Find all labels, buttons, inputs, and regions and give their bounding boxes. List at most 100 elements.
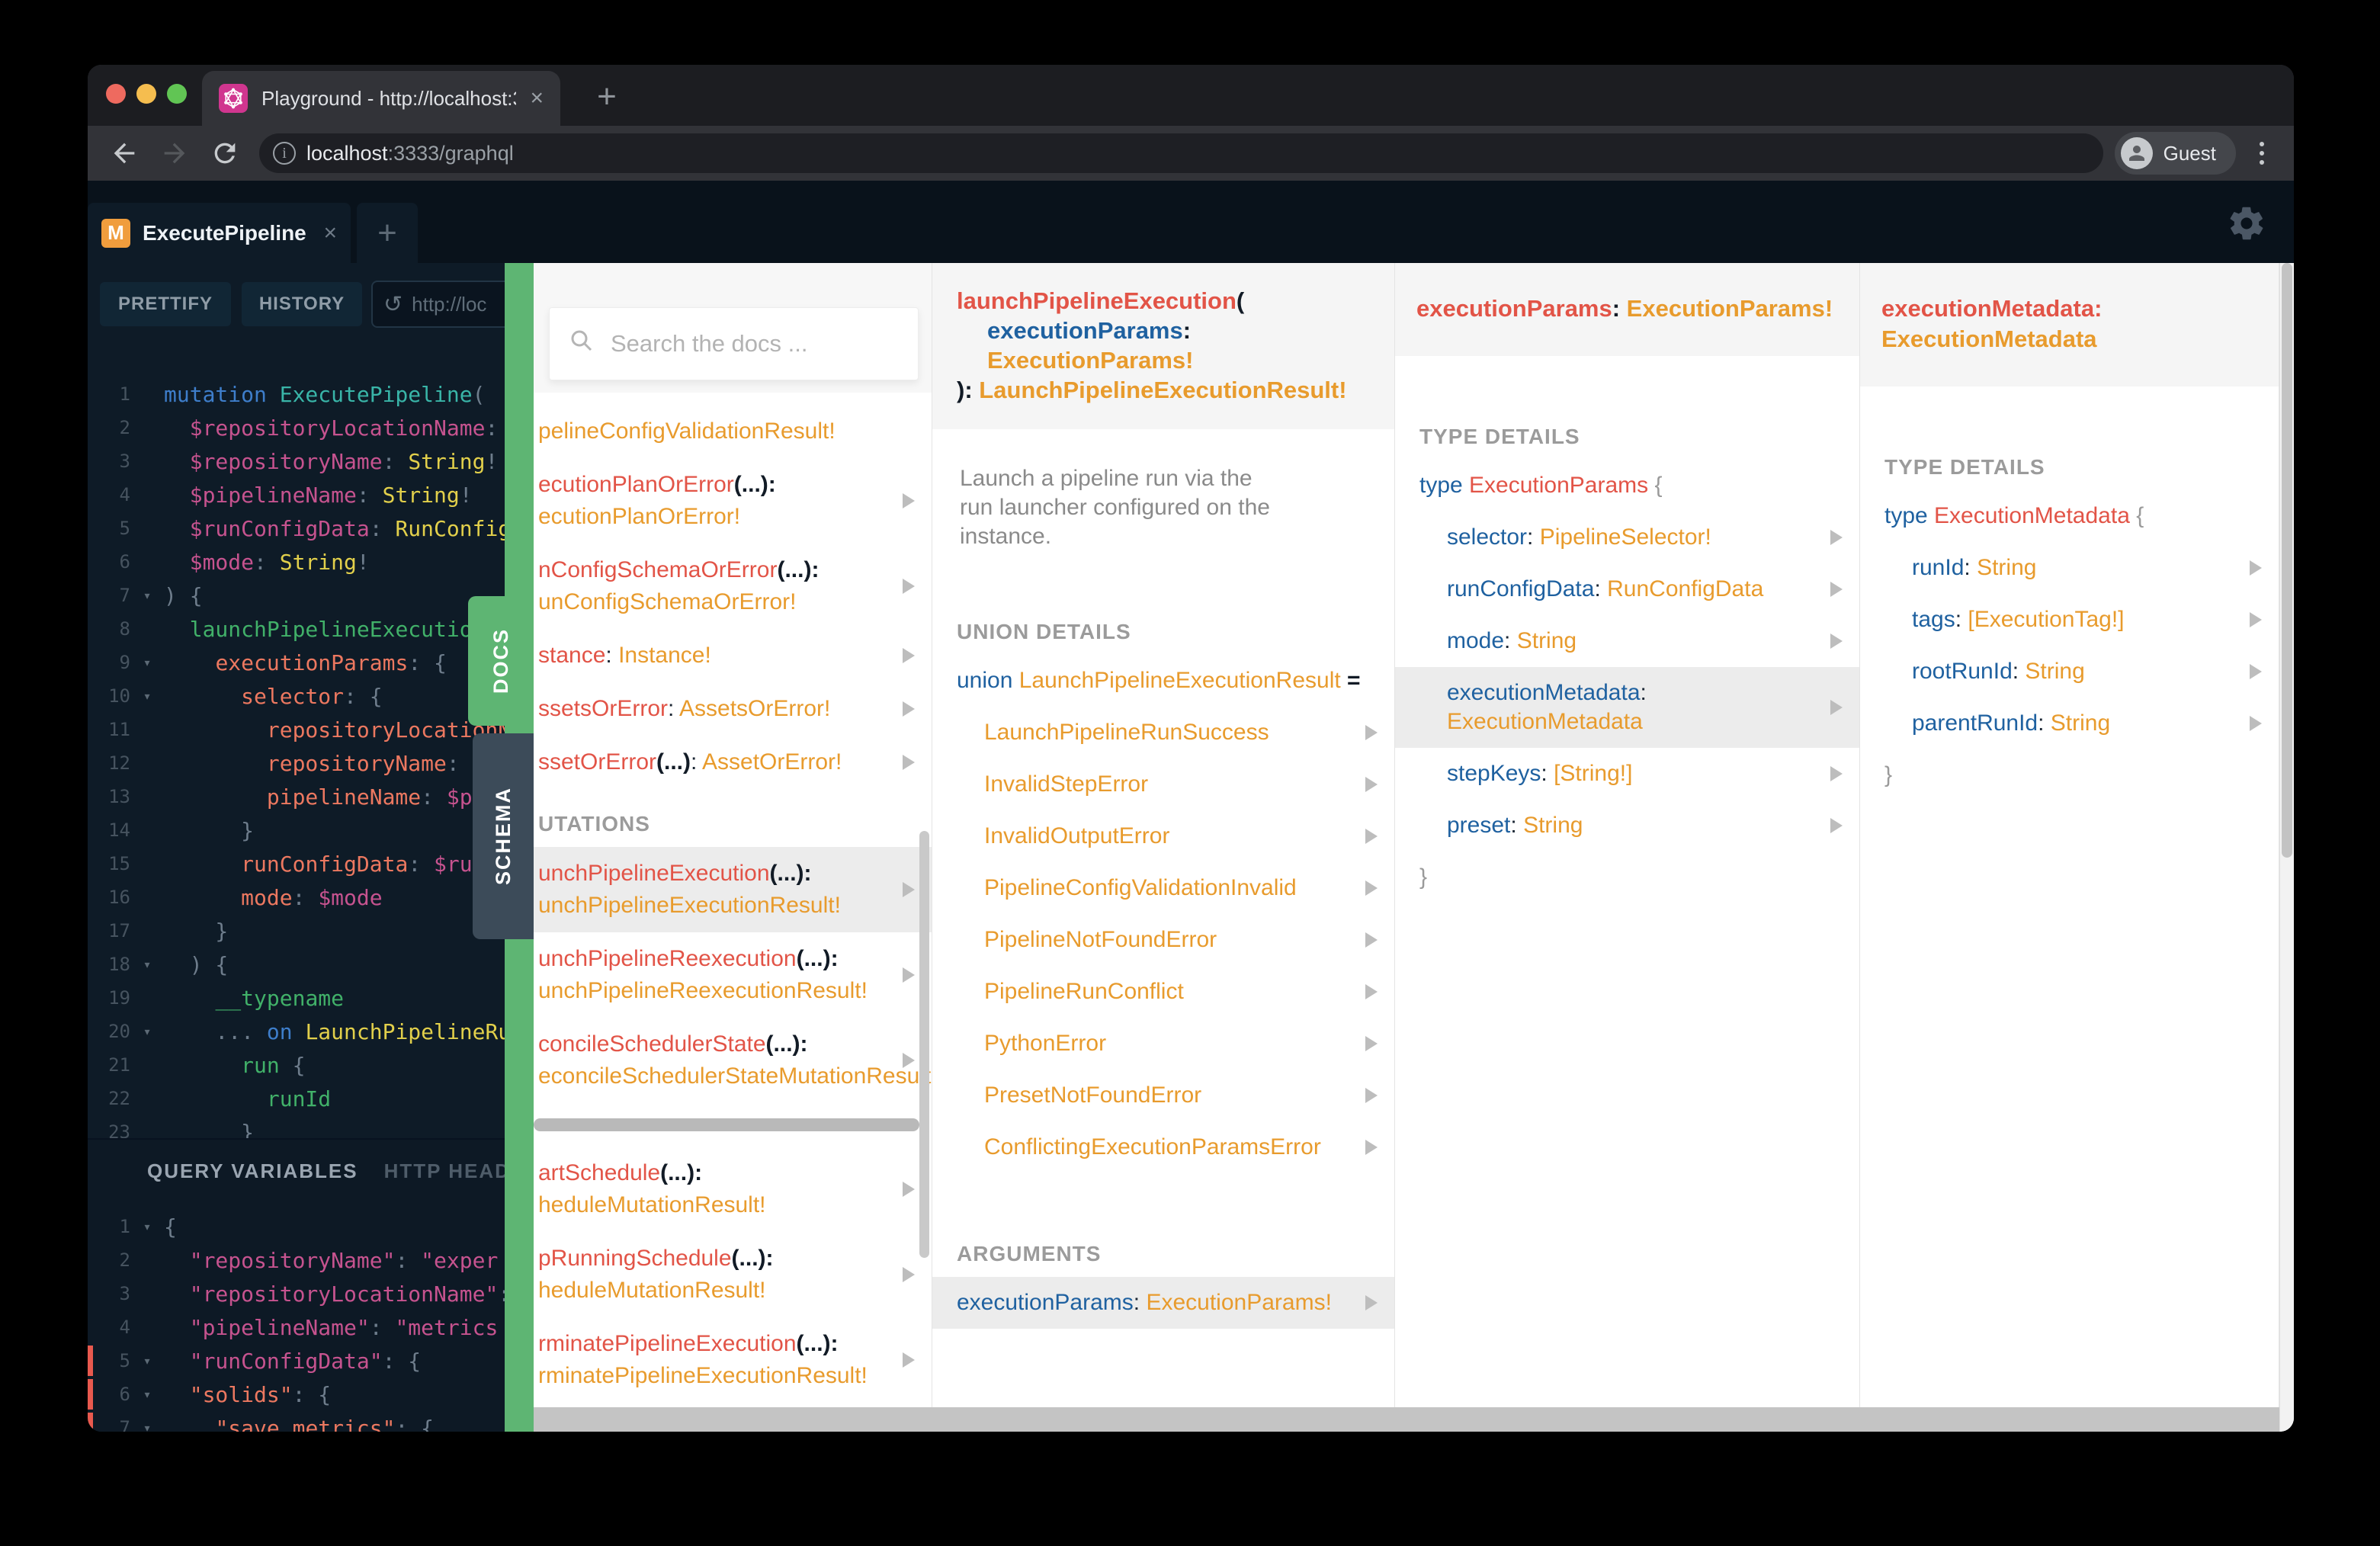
prettify-button[interactable]: PRETTIFY <box>100 282 231 326</box>
close-window-button[interactable] <box>106 84 126 104</box>
browser-tab[interactable]: Playground - http://localhost:3 × <box>202 71 560 126</box>
maximize-window-button[interactable] <box>167 84 187 104</box>
expand-chevron-icon[interactable] <box>1830 818 1843 833</box>
doc-entry[interactable]: ssetsOrError: AssetsOrError! <box>534 682 932 736</box>
expand-chevron-icon[interactable] <box>1830 633 1843 649</box>
code-line[interactable]: 20▾ ... on LaunchPipelineRunSuccess <box>88 1015 534 1048</box>
fold-arrow-icon[interactable]: ▾ <box>130 957 164 973</box>
new-playground-tab-button[interactable]: + <box>357 203 418 263</box>
code-line[interactable]: 6 $mode: String! <box>88 545 534 579</box>
close-playground-tab-icon[interactable]: × <box>323 220 337 246</box>
expand-chevron-icon[interactable] <box>1365 725 1378 740</box>
minimize-window-button[interactable] <box>136 84 156 104</box>
horizontal-scrollbar[interactable] <box>534 1118 919 1131</box>
vertical-scrollbar[interactable] <box>919 831 929 1258</box>
doc-entry[interactable]: ConflictingExecutionParamsError <box>932 1121 1394 1173</box>
query-editor[interactable]: 1 mutation ExecutePipeline(2 $repositoryL… <box>88 377 534 1149</box>
doc-entry[interactable]: InvalidOutputError <box>932 810 1394 862</box>
expand-chevron-icon[interactable] <box>1365 1036 1378 1051</box>
expand-chevron-icon[interactable] <box>1365 932 1378 948</box>
doc-entry[interactable]: InvalidStepError <box>932 759 1394 810</box>
doc-entry[interactable]: PipelineRunConflict <box>932 966 1394 1018</box>
doc-entry[interactable]: ssetOrError(...): AssetOrError! <box>534 736 932 789</box>
code-line[interactable]: 1 ▾{ <box>88 1210 534 1243</box>
code-line[interactable]: 11 repositoryLocationName: $repositoryLo… <box>88 713 534 746</box>
doc-entry[interactable]: runConfigData: RunConfigData <box>1395 563 1859 615</box>
code-line[interactable]: 2 "repositoryName": "exper <box>88 1243 534 1277</box>
expand-chevron-icon[interactable] <box>1830 700 1843 715</box>
expand-chevron-icon[interactable] <box>2250 716 2262 731</box>
code-line[interactable]: 17 } <box>88 914 534 948</box>
code-line[interactable]: 21 run { <box>88 1048 534 1082</box>
expand-chevron-icon[interactable] <box>1830 530 1843 545</box>
doc-entry[interactable]: PythonError <box>932 1018 1394 1070</box>
code-line[interactable]: 15 runConfigData: $runConfigData <box>88 847 534 880</box>
code-line[interactable]: 4 "pipelineName": "metrics <box>88 1310 534 1344</box>
doc-entry[interactable]: LaunchPipelineRunSuccess <box>932 707 1394 759</box>
doc-entry[interactable]: unchPipelineReexecution(...): unchPipelin… <box>534 932 932 1018</box>
fold-arrow-icon[interactable]: ▾ <box>130 588 164 604</box>
settings-gear-icon[interactable] <box>2227 204 2266 247</box>
code-line[interactable]: 16 mode: $mode <box>88 880 534 914</box>
code-line[interactable]: 5 ▾ "runConfigData": { <box>88 1344 534 1378</box>
doc-entry[interactable]: tags: [ExecutionTag!] <box>1860 594 2279 646</box>
code-line[interactable]: 18 ▾ ) { <box>88 948 534 981</box>
fold-arrow-icon[interactable]: ▾ <box>130 1420 164 1432</box>
code-line[interactable]: 6 ▾ "solids": { <box>88 1378 534 1411</box>
docs-search-input[interactable]: Search the docs ... <box>549 307 919 380</box>
doc-entry[interactable]: executionMetadata: ExecutionMetadata <box>1395 667 1859 748</box>
close-tab-icon[interactable]: × <box>530 87 544 110</box>
expand-chevron-icon[interactable] <box>903 1352 915 1368</box>
code-line[interactable]: 2 $repositoryLocationName: String! <box>88 411 534 444</box>
code-line[interactable]: 7 ▾) { <box>88 579 534 612</box>
expand-chevron-icon[interactable] <box>1365 1088 1378 1103</box>
code-line[interactable]: 14 } <box>88 813 534 847</box>
docs-side-tab[interactable]: DOCS <box>468 596 534 726</box>
new-tab-button[interactable]: + <box>587 79 627 118</box>
fold-arrow-icon[interactable]: ▾ <box>130 1387 164 1403</box>
code-line[interactable]: 22 runId <box>88 1082 534 1115</box>
expand-chevron-icon[interactable] <box>1830 766 1843 781</box>
expand-chevron-icon[interactable] <box>1365 1295 1378 1310</box>
address-bar[interactable]: i localhost:3333/graphql <box>259 133 2103 173</box>
code-line[interactable]: 19 __typename <box>88 981 534 1015</box>
expand-chevron-icon[interactable] <box>1365 1140 1378 1155</box>
expand-chevron-icon[interactable] <box>903 493 915 508</box>
doc-entry[interactable]: concileSchedulerState(...): econcileSched… <box>534 1018 932 1103</box>
doc-entry[interactable]: nConfigSchemaOrError(...): unConfigSchema… <box>534 544 932 629</box>
profile-button[interactable]: Guest <box>2114 132 2236 175</box>
expand-chevron-icon[interactable] <box>903 1053 915 1068</box>
doc-entry[interactable]: rootRunId: String <box>1860 646 2279 698</box>
doc-entry[interactable]: mode: String <box>1395 615 1859 667</box>
history-button[interactable]: HISTORY <box>242 282 362 326</box>
doc-entry[interactable]: preset: String <box>1395 800 1859 852</box>
expand-chevron-icon[interactable] <box>903 579 915 594</box>
tab-query-variables[interactable]: QUERY VARIABLES <box>147 1160 358 1182</box>
doc-entry[interactable]: parentRunId: String <box>1860 698 2279 749</box>
playground-tab[interactable]: M ExecutePipeline × <box>88 203 351 263</box>
schema-side-tab[interactable]: SCHEMA <box>473 733 534 939</box>
fold-arrow-icon[interactable]: ▾ <box>130 1219 164 1235</box>
code-line[interactable]: 8 launchPipelineExecution( <box>88 612 534 646</box>
docs-scrollbar-thumb[interactable] <box>2282 263 2292 858</box>
expand-chevron-icon[interactable] <box>903 882 915 897</box>
docs-horizontal-scrollbar[interactable] <box>534 1407 2279 1432</box>
expand-chevron-icon[interactable] <box>903 1182 915 1197</box>
code-line[interactable]: 13 pipelineName: $pipelineName <box>88 780 534 813</box>
expand-chevron-icon[interactable] <box>903 755 915 770</box>
expand-chevron-icon[interactable] <box>2250 664 2262 679</box>
expand-chevron-icon[interactable] <box>1365 829 1378 844</box>
doc-entry[interactable]: PipelineConfigValidationInvalid <box>932 862 1394 914</box>
code-line[interactable]: 9 ▾ executionParams: { <box>88 646 534 679</box>
expand-chevron-icon[interactable] <box>903 701 915 717</box>
expand-chevron-icon[interactable] <box>1365 984 1378 999</box>
doc-entry[interactable]: runId: String <box>1860 542 2279 594</box>
doc-entry[interactable]: rminatePipelineExecution(...): rminatePip… <box>534 1317 932 1403</box>
reload-icon[interactable] <box>210 138 240 168</box>
code-line[interactable]: 7 ▾ "save_metrics": { <box>88 1411 534 1432</box>
doc-entry[interactable]: PipelineNotFoundError <box>932 914 1394 966</box>
code-line[interactable]: 3 "repositoryLocationName": <box>88 1277 534 1310</box>
back-icon[interactable] <box>109 138 140 168</box>
fold-arrow-icon[interactable]: ▾ <box>130 1024 164 1040</box>
forward-icon[interactable] <box>159 138 190 168</box>
